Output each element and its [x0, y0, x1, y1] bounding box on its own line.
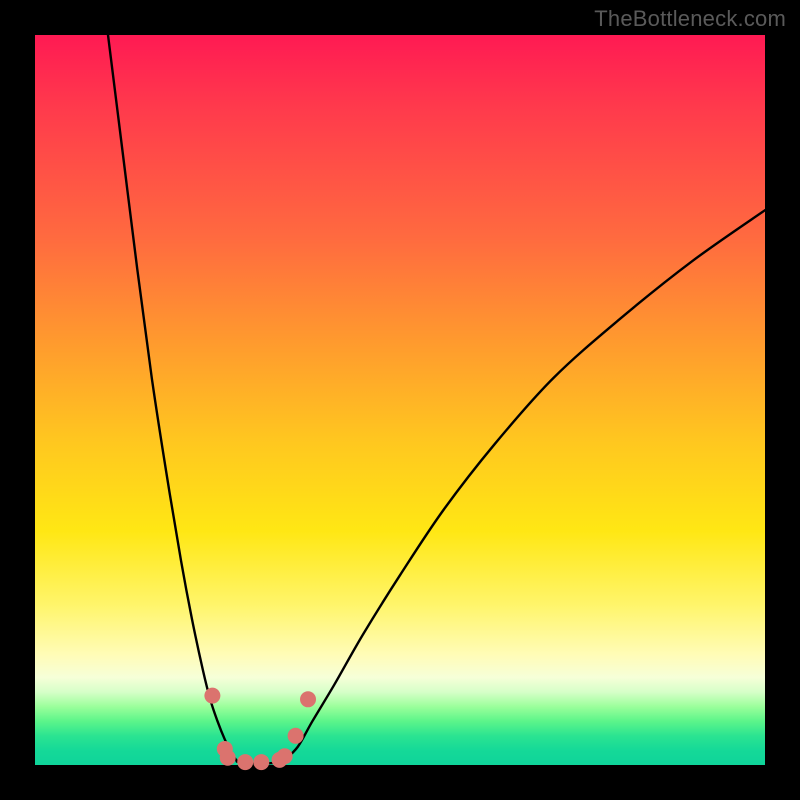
data-marker	[220, 750, 236, 766]
chart-frame: TheBottleneck.com	[0, 0, 800, 800]
curve-layer	[35, 35, 765, 765]
data-marker	[253, 754, 269, 770]
watermark-text: TheBottleneck.com	[594, 6, 786, 32]
data-marker	[300, 691, 316, 707]
data-marker	[288, 728, 304, 744]
data-marker	[204, 688, 220, 704]
data-marker	[237, 754, 253, 770]
plot-area	[35, 35, 765, 765]
data-marker	[277, 748, 293, 764]
bottleneck-curve	[108, 35, 765, 764]
